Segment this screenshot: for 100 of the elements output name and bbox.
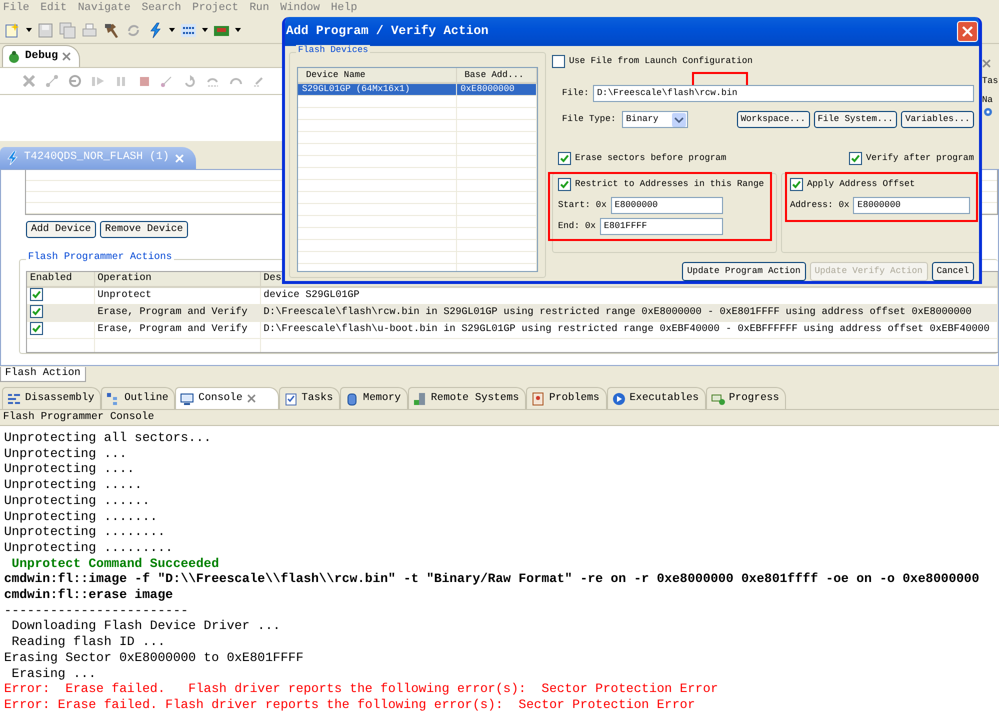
tab-label: Remote Systems xyxy=(430,392,520,405)
field-label: Start: 0x xyxy=(558,200,607,211)
console-line: cmdwin:fl::image -f "D:\\Freescale\\flash\\rcw.bin" -t "Binary/Raw Format" -re on -r 0xe8000000 0xe801ffff -oe on -o 0xe8000000 xyxy=(4,571,980,588)
checkbox[interactable] xyxy=(558,152,571,165)
console-line: Unprotecting ... xyxy=(4,446,128,462)
checkbox-label[interactable]: Restrict to Addresses in this Range xyxy=(575,179,764,190)
cylinder-icon xyxy=(345,392,360,406)
console-line: Erasing ... xyxy=(10,666,98,682)
file-field[interactable]: D:\Freescale\flash\rcw.bin xyxy=(593,85,974,102)
view-tab[interactable]: Debug xyxy=(2,45,80,67)
table-cell[interactable]: S29GL01GP (64Mx16x1) xyxy=(298,83,456,96)
view-tab[interactable]: Progress xyxy=(706,387,786,409)
browse-button[interactable]: File System... xyxy=(814,111,898,128)
table-cell[interactable]: 0xE8000000 xyxy=(456,83,536,96)
new-file-icon[interactable] xyxy=(4,22,21,38)
view-tab[interactable]: Executables xyxy=(606,387,706,409)
dropdown-arrow-icon[interactable] xyxy=(169,28,175,32)
checkbox[interactable] xyxy=(30,288,43,301)
stop-icon[interactable] xyxy=(137,74,151,88)
device-button[interactable]: Add Device xyxy=(26,221,96,238)
view-tab[interactable]: Tasks xyxy=(278,387,340,409)
console-line: Unprotecting ..... xyxy=(4,477,144,493)
checkbox-label[interactable]: Verify after program xyxy=(866,153,974,164)
dialog-button[interactable]: Update Program Action xyxy=(682,262,806,281)
field-label: End: 0x xyxy=(558,221,596,232)
column-header[interactable]: Operation xyxy=(94,272,260,287)
checkbox[interactable] xyxy=(552,55,565,68)
connect-icon[interactable] xyxy=(45,74,59,88)
dropdown-arrow-icon[interactable] xyxy=(202,28,208,32)
console-line: Unprotect Command Succeeded xyxy=(10,556,220,572)
view-tab[interactable]: Memory xyxy=(340,387,408,409)
table-cell: Erase, Program and Verify xyxy=(94,322,260,338)
close-icon[interactable] xyxy=(246,394,256,403)
address-field[interactable]: E801FFFF xyxy=(600,218,723,235)
field-label: Address: 0x xyxy=(790,200,850,211)
save-all-icon[interactable] xyxy=(59,22,76,38)
group-title: Flash Programmer Actions xyxy=(26,252,174,264)
console-line: Erasing Sector 0xE8000000 to 0xE801FFFF xyxy=(4,650,304,666)
table-cell: D:\Freescale\flash\rcw.bin in S29GL01GP using restricted range 0xE8000000 - 0xE801FFFF using address offset 0xE8000000 xyxy=(260,304,998,322)
checkbox[interactable] xyxy=(558,178,571,191)
close-icon[interactable] xyxy=(982,59,991,68)
hammer-icon[interactable] xyxy=(103,22,120,38)
checkbox-label[interactable]: Use File from Launch Configuration xyxy=(569,56,753,67)
save-icon[interactable] xyxy=(37,22,54,38)
browse-button[interactable]: Workspace... xyxy=(736,111,810,128)
view-tab[interactable]: Console xyxy=(175,387,279,409)
view-tab[interactable]: Tas xyxy=(982,76,999,87)
address-field[interactable]: E8000000 xyxy=(853,197,970,214)
group-title: Flash Devices xyxy=(296,45,370,56)
console-line: Error: Erase failed. Flash driver reports the following error(s): Sector Protection Error xyxy=(4,696,696,713)
checkbox[interactable] xyxy=(790,178,803,191)
console-line: ------------------------ xyxy=(4,602,190,618)
tab-label: Debug xyxy=(25,50,58,64)
tab-label: T4240QDS_NOR_FLASH (1) xyxy=(24,151,170,165)
console-line: Reading flash ID ... xyxy=(10,634,166,650)
disconnect-icon[interactable] xyxy=(160,74,174,88)
remove-icon[interactable] xyxy=(22,74,36,88)
console-line: Error: Erase failed. Flash driver reports the following error(s): Sector Protection Error xyxy=(4,681,720,697)
view-tab[interactable]: Problems xyxy=(526,387,606,409)
lines-icon xyxy=(7,392,21,406)
checkbox[interactable] xyxy=(30,322,43,335)
clipboard-icon xyxy=(284,392,298,406)
dropdown-arrow-icon[interactable] xyxy=(235,28,241,32)
dialog-button[interactable]: Cancel xyxy=(932,262,974,281)
dropdown-arrow-icon[interactable] xyxy=(26,28,32,32)
console-line: cmdwin:fl::erase image xyxy=(4,587,174,603)
checkbox[interactable] xyxy=(30,305,43,318)
close-icon[interactable] xyxy=(62,52,72,61)
tab-label: Problems xyxy=(549,392,600,405)
file-type-select[interactable]: Binary xyxy=(622,111,688,128)
progress-icon xyxy=(710,392,725,406)
restart-icon[interactable] xyxy=(183,74,197,88)
checkbox-label[interactable]: Erase sectors before program xyxy=(575,153,726,164)
console-line: Unprotecting ...... xyxy=(4,492,151,509)
address-field[interactable]: E8000000 xyxy=(610,197,723,214)
dialog-title: Add Program / Verify Action xyxy=(286,24,489,39)
checkbox[interactable] xyxy=(848,152,862,165)
browse-button[interactable]: Variables... xyxy=(901,111,974,128)
step-into-icon[interactable] xyxy=(68,74,82,88)
column-header: Na xyxy=(982,94,994,106)
tab-label: Console xyxy=(198,392,243,405)
console-line: Downloading Flash Device Driver ... xyxy=(10,618,282,634)
print-icon[interactable] xyxy=(81,22,98,38)
column-header[interactable]: Base Add... xyxy=(456,68,536,83)
column-header[interactable]: Enabled xyxy=(27,272,94,287)
tab-label: Outline xyxy=(124,392,168,405)
view-tab[interactable]: Disassembly xyxy=(2,387,102,409)
checkbox-label[interactable]: Apply Address Offset xyxy=(807,179,916,190)
tab-label: Disassembly xyxy=(25,392,94,405)
console-line: Unprotecting all sectors... xyxy=(4,430,212,446)
device-button[interactable]: Remove Device xyxy=(100,221,188,238)
field-label: File Type: xyxy=(562,114,616,125)
bottom-tab[interactable]: Flash Action xyxy=(0,367,86,382)
column-header[interactable]: Device Name xyxy=(298,68,456,83)
lightning-icon xyxy=(6,151,18,165)
console-line: Unprotecting ........ xyxy=(4,524,166,540)
field-label: File: xyxy=(562,88,590,99)
close-button[interactable] xyxy=(957,21,978,42)
view-tab[interactable]: Remote Systems xyxy=(408,387,526,409)
binary-icon[interactable] xyxy=(180,22,197,38)
